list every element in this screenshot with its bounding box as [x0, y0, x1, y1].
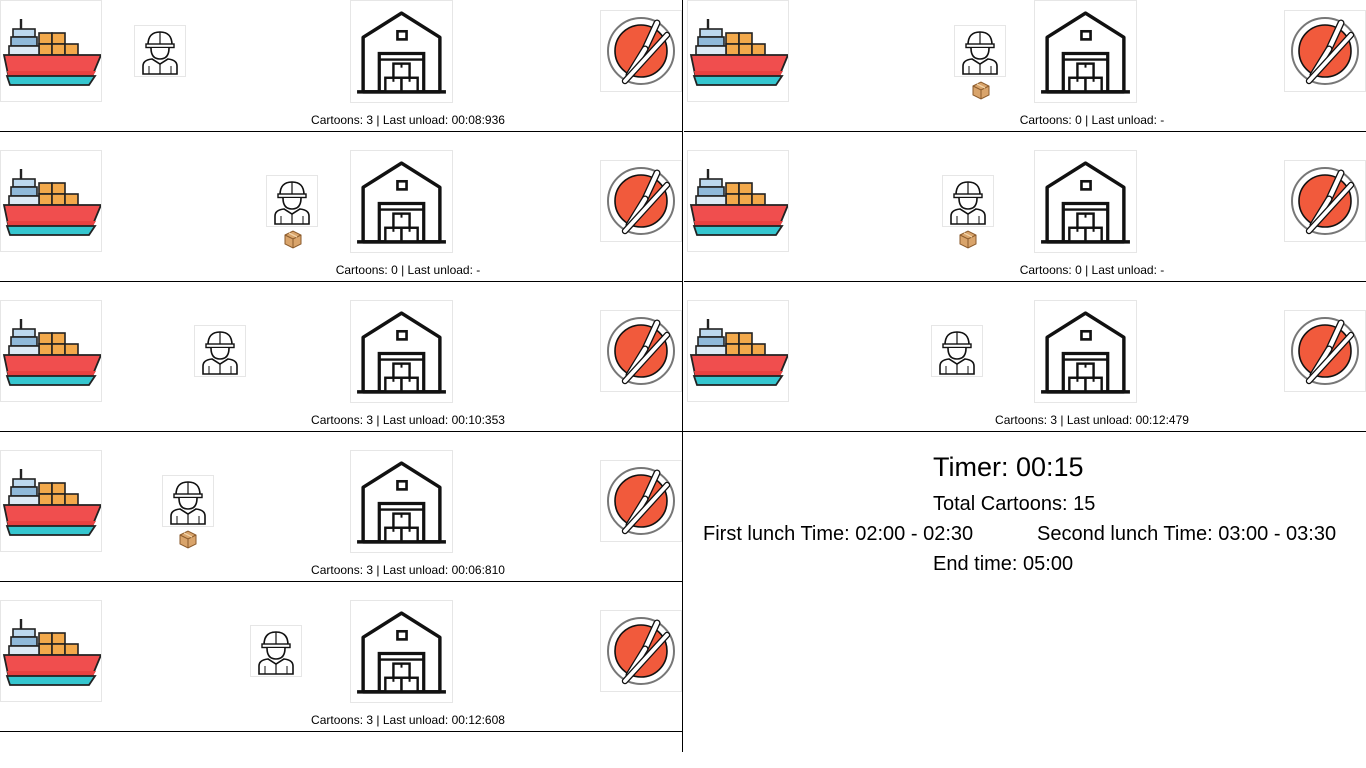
- lunch-plate-icon: [1284, 160, 1366, 242]
- lane-3: Cartoons: 0 | Last unload: -: [0, 150, 682, 300]
- lane-6: Cartoons: 3 | Last unload: 00:12:479: [684, 300, 1366, 450]
- warehouse-icon: [350, 150, 453, 253]
- lane-status: Cartoons: 3 | Last unload: 00:10:353: [311, 413, 505, 427]
- lane-divider: [684, 131, 1366, 132]
- cargo-ship-icon: [0, 150, 102, 252]
- lane-divider: [0, 281, 682, 282]
- cargo-ship-icon: [687, 150, 789, 252]
- lunch-plate-icon: [600, 160, 682, 242]
- lane-status: Cartoons: 0 | Last unload: -: [335, 263, 481, 277]
- cardboard-box-icon: [178, 529, 198, 549]
- cargo-ship-icon: [0, 0, 102, 102]
- lane-status: Cartoons: 0 | Last unload: -: [1019, 263, 1165, 277]
- lane-status: Cartoons: 3 | Last unload: 00:08:936: [311, 113, 505, 127]
- first-lunch-label: First lunch Time: 02:00 - 02:30: [703, 523, 974, 545]
- worker-icon: [931, 325, 983, 377]
- cargo-ship-icon: [687, 300, 789, 402]
- summary-panel: Timer: 00:15 Total Cartoons: 15 First lu…: [683, 432, 1366, 752]
- lane-4: Cartoons: 0 | Last unload: -: [684, 150, 1366, 300]
- warehouse-icon: [1034, 300, 1137, 403]
- lane-divider: [0, 731, 682, 732]
- lane-divider: [0, 431, 682, 432]
- lunch-plate-icon: [600, 460, 682, 542]
- worker-icon: [954, 25, 1006, 77]
- lane-2: Cartoons: 0 | Last unload: -: [684, 0, 1366, 150]
- lane-status: Cartoons: 3 | Last unload: 00:12:479: [995, 413, 1189, 427]
- cardboard-box-icon: [958, 229, 978, 249]
- worker-icon: [266, 175, 318, 227]
- worker-icon: [942, 175, 994, 227]
- lunch-plate-icon: [1284, 310, 1366, 392]
- lane-1: Cartoons: 3 | Last unload: 00:08:936: [0, 0, 682, 150]
- warehouse-icon: [350, 600, 453, 703]
- timer-label: Timer: 00:15: [933, 452, 1084, 482]
- lane-divider: [0, 581, 682, 582]
- lunch-plate-icon: [1284, 10, 1366, 92]
- lunch-plate-icon: [600, 610, 682, 692]
- worker-icon: [194, 325, 246, 377]
- lunch-plate-icon: [600, 310, 682, 392]
- lunch-plate-icon: [600, 10, 682, 92]
- lane-status: Cartoons: 3 | Last unload: 00:06:810: [311, 563, 505, 577]
- cargo-ship-icon: [0, 600, 102, 702]
- end-time-label: End time: 05:00: [933, 553, 1074, 575]
- worker-icon: [250, 625, 302, 677]
- lane-7: Cartoons: 3 | Last unload: 00:06:810: [0, 450, 682, 600]
- total-cartoons-label: Total Cartoons: 15: [933, 493, 1096, 515]
- cardboard-box-icon: [283, 229, 303, 249]
- cardboard-box-icon: [971, 80, 991, 100]
- cargo-ship-icon: [0, 450, 102, 552]
- worker-icon: [162, 475, 214, 527]
- lane-status: Cartoons: 3 | Last unload: 00:12:608: [311, 713, 505, 727]
- warehouse-icon: [350, 300, 453, 403]
- warehouse-icon: [350, 0, 453, 103]
- cargo-ship-icon: [0, 300, 102, 402]
- warehouse-icon: [1034, 150, 1137, 253]
- lane-5: Cartoons: 3 | Last unload: 00:10:353: [0, 300, 682, 450]
- lane-status: Cartoons: 0 | Last unload: -: [1019, 113, 1165, 127]
- worker-icon: [134, 25, 186, 77]
- warehouse-icon: [1034, 0, 1137, 103]
- cargo-ship-icon: [687, 0, 789, 102]
- lane-8: Cartoons: 3 | Last unload: 00:12:608: [0, 600, 682, 750]
- warehouse-icon: [350, 450, 453, 553]
- lane-divider: [0, 131, 682, 132]
- lane-divider: [684, 281, 1366, 282]
- second-lunch-label: Second lunch Time: 03:00 - 03:30: [1037, 523, 1337, 545]
